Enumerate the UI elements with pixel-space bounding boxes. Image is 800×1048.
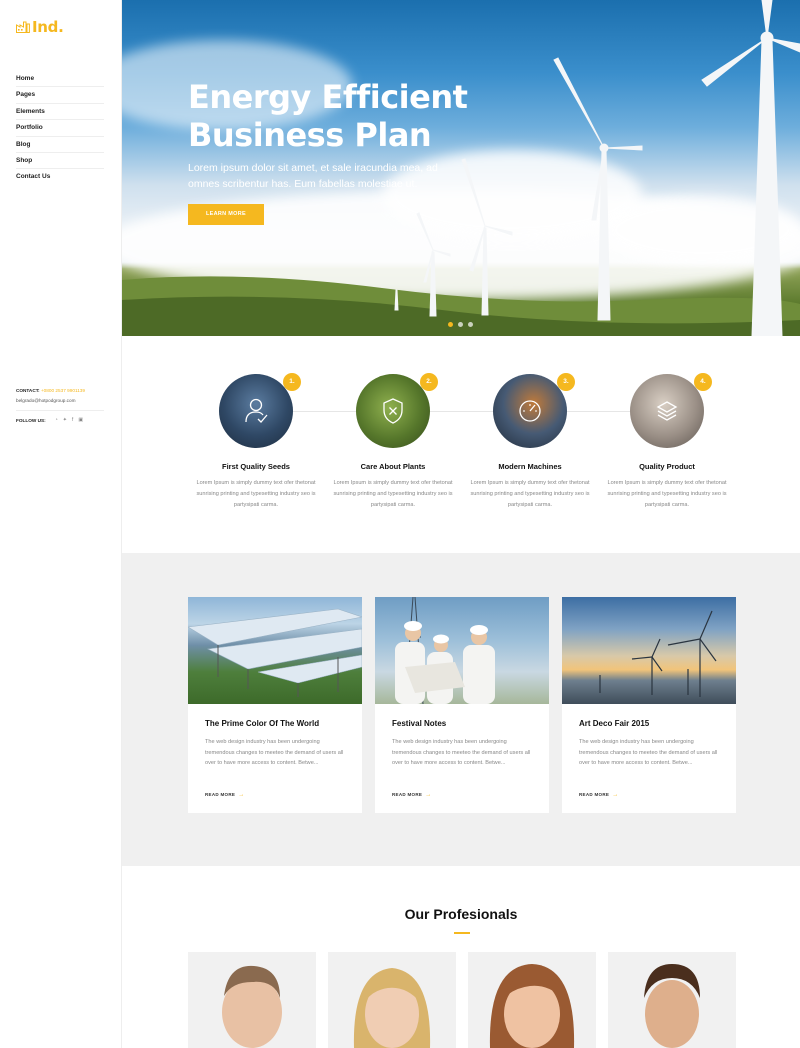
twitter-icon[interactable]: ✦ [63,417,67,423]
feature-item: 2. Care About Plants Lorem Ipsum is simp… [325,373,461,511]
hero-subtitle: Lorem ipsum dolor sit amet, et sale irac… [188,162,438,190]
logo-text: Ind. [32,18,64,36]
nav-item-portfolio[interactable]: Portfolio [16,120,104,137]
feature-number: 2. [420,373,438,391]
post-image[interactable] [188,597,362,704]
post-excerpt: The web design industry has been undergo… [205,739,344,767]
feature-number: 3. [557,373,575,391]
feature-image: 1. [219,373,301,448]
team-member-photo[interactable] [188,952,316,1048]
solar-panels-image [188,608,362,697]
user-check-icon [245,398,268,423]
feature-desc: Lorem Ipsum is simply dummy text ofer th… [333,480,453,508]
slider-dot[interactable] [468,322,473,327]
hero-slider: Energy Efficient Business Plan Lorem ips… [122,0,800,336]
avatar [644,964,700,1048]
feature-title: Quality Product [639,462,695,471]
feature-desc: Lorem Ipsum is simply dummy text ofer th… [196,480,316,508]
main-nav: Home Pages Elements Portfolio Blog Shop … [16,71,104,186]
feature-image: 2. [356,373,438,448]
hero-title-line-1: Energy Efficient [188,78,468,116]
hero-title: Energy Efficient Business Plan [188,78,508,154]
team-member-photo[interactable] [468,952,596,1048]
post-excerpt: The web design industry has been undergo… [579,739,718,767]
team-member-photo[interactable] [608,952,736,1048]
learn-more-button[interactable]: LEARN MORE [188,204,264,225]
title-underline [454,932,470,934]
post-excerpt: The web design industry has been undergo… [392,739,531,767]
instagram-icon[interactable]: ▣ [78,417,83,423]
nav-item-shop[interactable]: Shop [16,153,104,170]
factory-icon [16,21,30,33]
feature-item: 4. Quality Product Lorem Ipsum is simply… [599,373,735,511]
blog-section: The Prime Color Of The World The web des… [122,553,800,867]
arrow-right-icon: → [425,792,432,798]
read-more-label: READ MORE [392,792,423,797]
read-more-link[interactable]: READ MORE → [392,792,432,798]
slider-dot[interactable] [458,322,463,327]
arrow-right-icon: → [238,792,245,798]
feature-item: 3. Modern Machines Lorem Ipsum is simply… [462,373,598,511]
feature-image: 3. [493,373,575,448]
engineers-image [395,597,495,704]
read-more-link[interactable]: READ MORE → [579,792,619,798]
post-image[interactable] [562,597,736,704]
nav-item-home[interactable]: Home [16,71,104,88]
feature-desc: Lorem Ipsum is simply dummy text ofer th… [607,480,727,508]
nav-item-contact-us[interactable]: Contact Us [16,169,104,185]
nav-item-blog[interactable]: Blog [16,137,104,153]
slider-dot[interactable] [448,322,453,327]
sunset-turbines-image [599,610,717,697]
feature-item: 1. First Quality Seeds Lorem Ipsum is si… [188,373,324,511]
read-more-label: READ MORE [205,792,236,797]
contact-block: CONTACT: +0800 2537 9901139 belgrado@hot… [16,386,104,423]
divider [16,410,104,411]
blog-post-card[interactable]: The Prime Color Of The World The web des… [188,597,362,813]
contact-phone[interactable]: +0800 2537 9901139 [41,388,85,393]
feature-image: 4. [630,373,712,448]
facebook-icon[interactable]: f [72,417,73,423]
post-image[interactable] [375,597,549,704]
shield-x-icon [383,398,403,424]
read-more-label: READ MORE [579,792,610,797]
feature-title: Modern Machines [498,462,562,471]
layers-icon [656,401,678,421]
contact-label: CONTACT: [16,388,40,393]
post-title[interactable]: Art Deco Fair 2015 [579,719,649,728]
features-section: 1. First Quality Seeds Lorem Ipsum is si… [122,336,800,553]
follow-label: FOLLOW US: [16,417,46,423]
post-title[interactable]: The Prime Color Of The World [205,719,319,728]
nav-item-pages[interactable]: Pages [16,87,104,104]
rss-icon[interactable]: ◔ [55,417,58,423]
feature-desc: Lorem Ipsum is simply dummy text ofer th… [470,480,590,508]
team-member-photo[interactable] [328,952,456,1048]
avatar [489,964,575,1048]
post-title[interactable]: Festival Notes [392,719,446,728]
slider-dots [448,322,473,327]
feature-title: First Quality Seeds [222,462,290,471]
feature-number: 1. [283,373,301,391]
hero-title-line-2: Business Plan [188,116,432,154]
team-title: Our Profesionals [404,906,518,922]
feature-title: Care About Plants [360,462,426,471]
speedometer-icon [519,400,541,422]
follow-us: FOLLOW US: ◔ ✦ f ▣ [16,417,104,423]
blog-post-card[interactable]: Festival Notes The web design industry h… [375,597,549,813]
contact-email[interactable]: belgrado@hotpodgroup.com [16,396,104,406]
avatar [353,968,431,1048]
nav-item-elements[interactable]: Elements [16,104,104,121]
read-more-link[interactable]: READ MORE → [205,792,245,798]
avatar [222,965,282,1048]
sidebar: Ind. Home Pages Elements Portfolio Blog … [0,0,122,1048]
blog-post-card[interactable]: Art Deco Fair 2015 The web design indust… [562,597,736,813]
team-section: Our Profesionals [122,866,800,1048]
logo[interactable]: Ind. [16,18,64,36]
arrow-right-icon: → [612,792,619,798]
feature-number: 4. [694,373,712,391]
